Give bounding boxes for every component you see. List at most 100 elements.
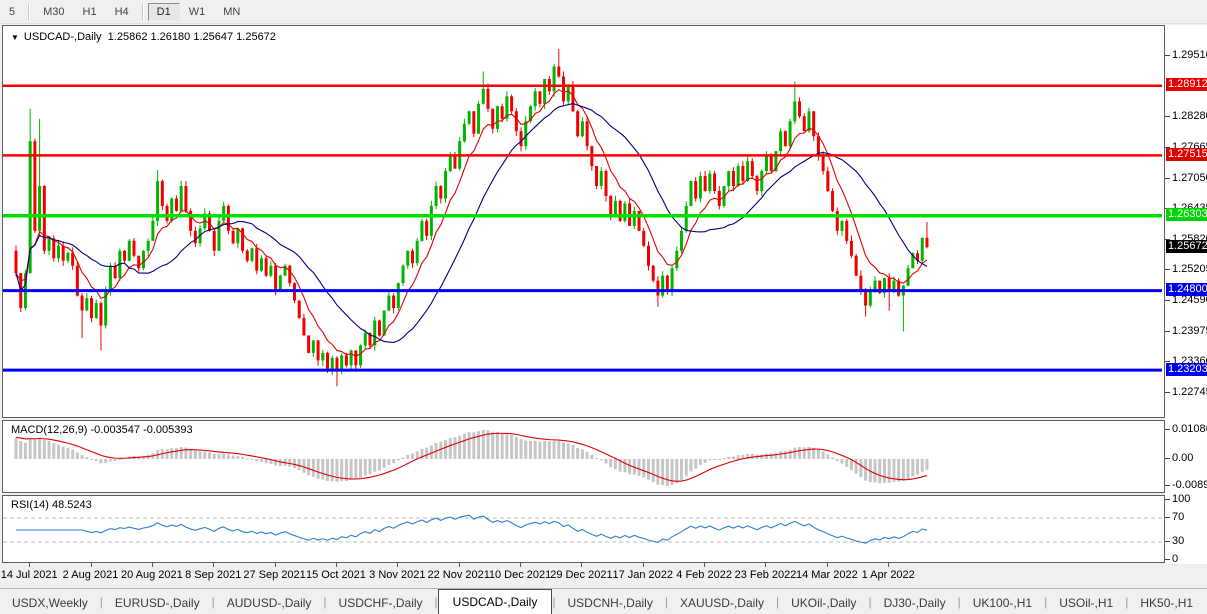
tab-usdcnh[interactable]: USDCNH-,Daily [555,592,664,614]
macd-histogram-bar [71,449,75,459]
date-label: 27 Sep 2021 [243,569,306,581]
candle [373,316,377,351]
tab-usdx[interactable]: USDX,Weekly [0,592,100,614]
timeframe-toolbar: 5 M30 H1 H4 D1 W1 MN [0,0,1207,24]
date-label: 2 Aug 2021 [62,569,119,581]
candle [420,218,424,242]
date-axis[interactable]: 14 Jul 2021 2 Aug 2021 20 Aug 2021 8 Sep 20… [1,563,1165,587]
readout-high: 1.26180 [150,31,191,43]
price-tick-label: 1.27050 [1172,171,1207,184]
candle [713,170,717,194]
macd-histogram-bar [245,458,249,460]
tab-ukoil[interactable]: UKOil-,Daily [779,592,868,614]
tab-usoil[interactable]: USOil-,H1 [1047,592,1125,614]
macd-histogram-bar [897,459,901,482]
macd-panel[interactable]: MACD(12,26,9) -0.003547 -0.005393 [2,420,1165,493]
macd-zero-label: 0.00 [1172,452,1194,464]
macd-histogram-bar [23,442,27,459]
timeframe-button-5[interactable]: 5 [0,3,24,21]
macd-histogram-bar [571,445,575,459]
macd-histogram-bar [90,459,94,460]
macd-histogram-bar [174,448,178,459]
date-label: 29 Dec 2021 [550,569,613,581]
candle [604,169,608,202]
timeframe-button-m30[interactable]: M30 [34,3,73,21]
macd-histogram-bar [510,434,514,459]
timeframe-button-mn[interactable]: MN [214,3,249,21]
candle [736,163,740,188]
timeframe-button-d1[interactable]: D1 [147,2,180,21]
candle [510,94,514,114]
macd-histogram-bar [878,459,882,484]
price-tick-label: 1.23975 [1172,324,1207,337]
rsi-line [16,514,928,544]
macd-histogram-bar [505,433,509,459]
tab-usdcad[interactable]: USDCAD-,Daily [437,589,553,614]
candle [113,262,117,280]
macd-histogram-bar [208,452,212,459]
chart-dropdown-icon[interactable]: ▼ [11,33,19,42]
macd-histogram-bar [453,437,457,459]
tab-xauusd[interactable]: XAUUSD-,Daily [668,592,776,614]
macd-histogram-bar [94,459,98,461]
candle [311,339,315,357]
candle [694,177,698,202]
macd-histogram-bar [736,455,740,459]
macd-histogram-bar [491,431,495,459]
candle [731,167,735,192]
candle [920,237,924,264]
macd-histogram-bar [793,447,797,459]
macd-histogram-bar [731,456,735,459]
candle [80,293,84,338]
macd-histogram-bar [14,437,18,459]
macd-histogram-bar [292,459,296,469]
macd-histogram-bar [392,459,396,464]
candle [849,235,853,259]
tab-usdchf[interactable]: USDCHF-,Daily [327,592,435,614]
macd-histogram-bar [543,441,547,459]
macd-histogram-bar [656,459,660,485]
main-chart-panel[interactable]: ▼ USDCAD-,Daily 1.25862 1.26180 1.25647 1… [2,25,1165,418]
macd-histogram-bar [448,438,452,459]
candle [429,200,433,241]
candle [481,71,485,105]
timeframe-button-w1[interactable]: W1 [180,3,215,21]
date-tick-mark [704,563,706,567]
macd-histogram-bar [675,459,679,484]
macd-histogram-bar [557,441,561,459]
macd-histogram-bar [609,459,613,468]
timeframe-button-h1[interactable]: H1 [74,3,106,21]
tab-audusd[interactable]: AUDUSD-,Daily [215,592,324,614]
macd-histogram-bar [80,455,84,459]
tab-uk100[interactable]: UK100-,H1 [961,592,1044,614]
macd-histogram-bar [66,447,70,459]
chart-title: ▼ USDCAD-,Daily 1.25862 1.26180 1.25647 1… [11,31,276,43]
macd-histogram-bar [226,454,230,459]
macd-histogram-bar [255,459,259,461]
candle [94,299,98,320]
tab-eurusd[interactable]: EURUSD-,Daily [103,592,212,614]
timeframe-button-h4[interactable]: H4 [106,3,138,21]
candle [793,81,797,125]
date-label: 14 Mar 2022 [795,569,858,581]
date-tick-mark [765,563,767,567]
macd-histogram-bar [477,431,481,459]
rsi-tick-label: 0 [1172,553,1179,565]
tab-dj30[interactable]: DJ30-,Daily [872,592,958,614]
price-axis[interactable]: 1.295101.282801.276651.270501.264351.258… [1165,25,1207,565]
candlestick-chart[interactable] [3,26,1162,415]
macd-histogram-bar [52,443,56,459]
macd-histogram-bar [401,457,405,459]
candle [628,198,632,227]
candle [864,288,868,317]
macd-histogram-bar [363,459,367,476]
rsi-panel[interactable]: RSI(14) 48.5243 [2,495,1165,563]
candle [174,195,178,212]
candle [477,101,481,135]
candle [802,113,806,132]
candle [599,167,603,190]
candle [642,227,646,248]
macd-histogram-bar [495,432,499,459]
macd-histogram-bar [349,459,353,480]
tab-hk50[interactable]: HK50-,H1 [1128,592,1205,614]
